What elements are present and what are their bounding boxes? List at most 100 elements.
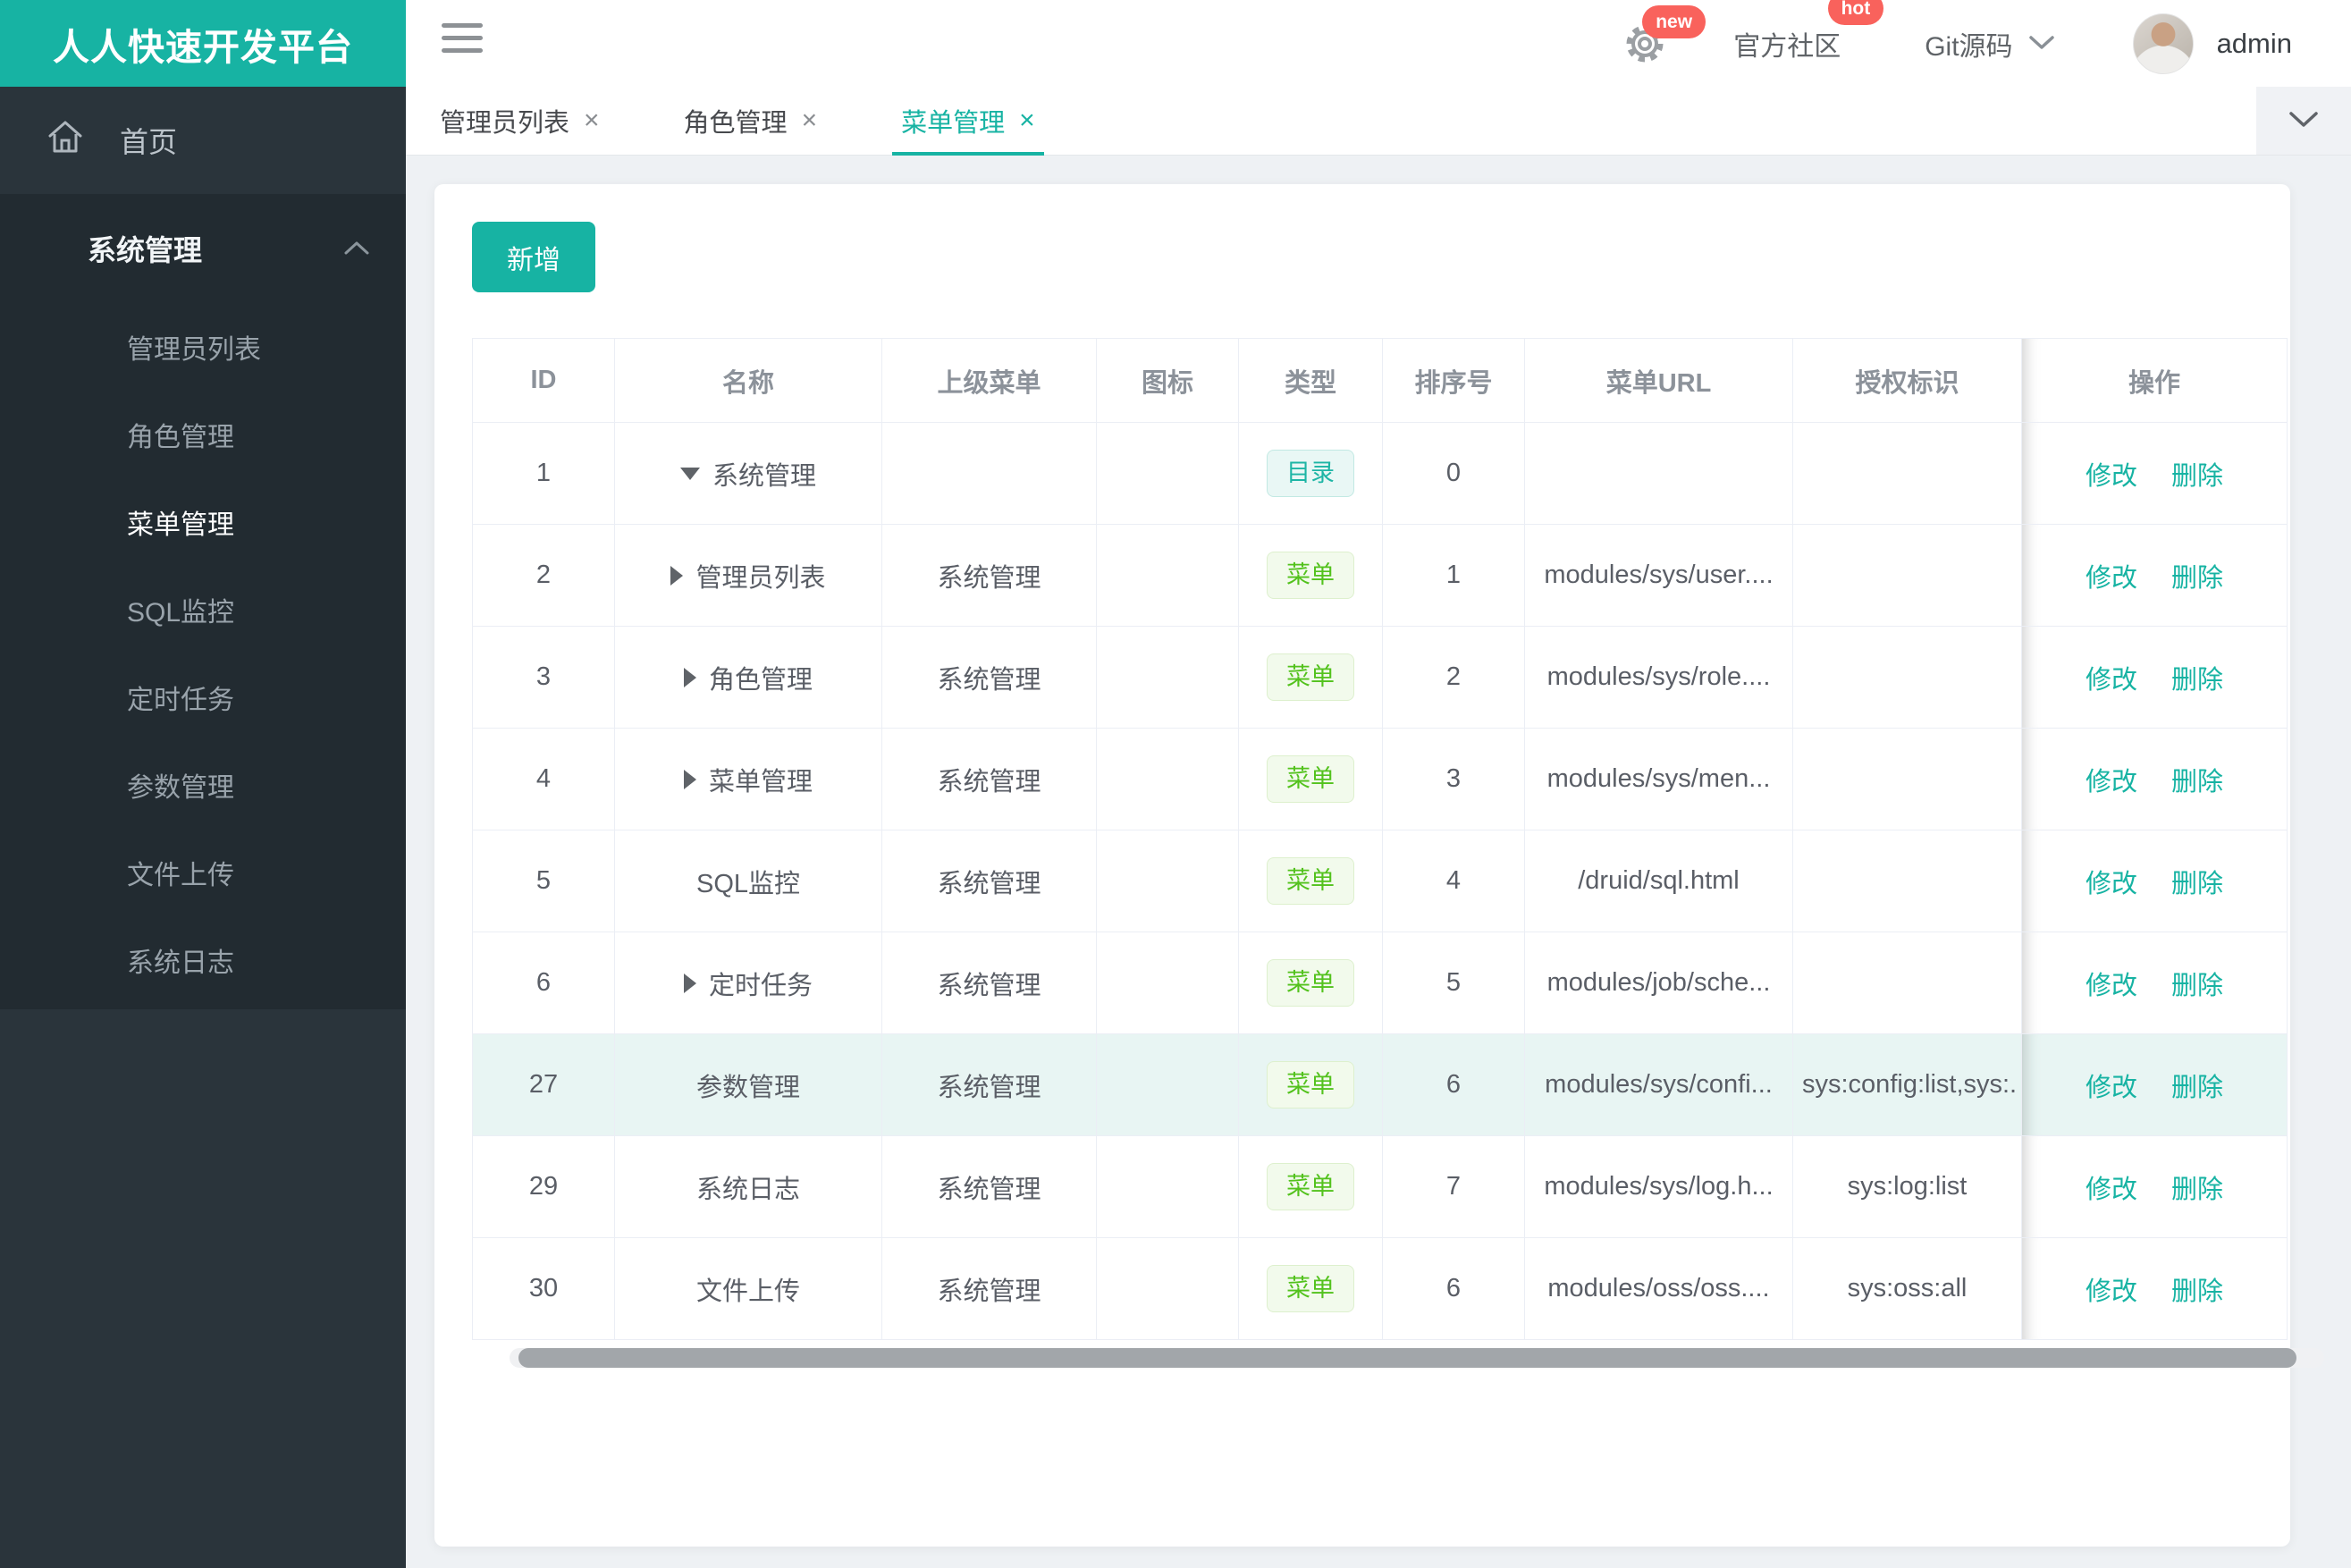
close-icon[interactable] [1019, 105, 1035, 136]
type-badge: 菜单 [1267, 1265, 1354, 1312]
sidebar-item-home[interactable]: 首页 [0, 87, 406, 194]
col-icon: 图标 [1096, 338, 1239, 423]
menu-table-wrap: ID 名称 上级菜单 图标 类型 排序号 菜单URL 授权标识 操作 1 系统管… [472, 338, 2324, 1368]
icon-cell [1096, 1033, 1239, 1136]
type-badge: 菜单 [1267, 959, 1354, 1007]
delete-link[interactable]: 删除 [2171, 870, 2223, 898]
sidebar-item-role[interactable]: 角色管理 [0, 391, 406, 478]
close-icon[interactable] [584, 105, 600, 136]
expand-icon[interactable] [670, 565, 684, 586]
menu-table: ID 名称 上级菜单 图标 类型 排序号 菜单URL 授权标识 操作 1 系统管… [472, 338, 2288, 1340]
sidebar: 首页 系统管理 管理员列表 角色管理 菜单管理 SQL监控 定时任务 参数管理 … [0, 87, 406, 1568]
username[interactable]: admin [2217, 28, 2292, 60]
expand-icon[interactable] [683, 973, 696, 993]
icon-cell [1096, 728, 1239, 830]
delete-link[interactable]: 删除 [2171, 462, 2223, 491]
table-row-highlighted[interactable]: 27 参数管理 系统管理 菜单 6 modules/sys/confi... s… [472, 1033, 2288, 1136]
edit-link[interactable]: 修改 [2086, 870, 2137, 898]
icon-cell [1096, 422, 1239, 525]
type-badge: 菜单 [1267, 857, 1354, 905]
sidebar-group-toggle[interactable]: 系统管理 [0, 194, 406, 303]
table-row[interactable]: 5 SQL监控 系统管理 菜单 4 /druid/sql.html 修改 删除 [472, 830, 2288, 932]
menu-toggle-icon[interactable] [442, 23, 483, 61]
edit-link[interactable]: 修改 [2086, 564, 2137, 593]
home-icon [0, 116, 120, 164]
table-row[interactable]: 30 文件上传 系统管理 菜单 6 modules/oss/oss.... sy… [472, 1237, 2288, 1340]
collapse-icon[interactable] [679, 467, 700, 480]
sidebar-item-oss[interactable]: 文件上传 [0, 829, 406, 916]
settings-button[interactable]: new [1622, 4, 1706, 66]
tab-bar: 管理员列表 角色管理 菜单管理 [406, 87, 2351, 156]
gear-icon [1622, 25, 1667, 70]
table-row[interactable]: 1 系统管理 目录 0 修改 删除 [472, 422, 2288, 525]
sidebar-item-sql[interactable]: SQL监控 [0, 566, 406, 653]
delete-link[interactable]: 删除 [2171, 666, 2223, 695]
new-badge: new [1642, 4, 1706, 38]
horizontal-scrollbar-track[interactable] [510, 1348, 2324, 1368]
edit-link[interactable]: 修改 [2086, 1074, 2137, 1102]
table-row[interactable]: 3 角色管理 系统管理 菜单 2 modules/sys/role.... 修改… [472, 626, 2288, 729]
type-badge: 菜单 [1267, 1163, 1354, 1210]
edit-link[interactable]: 修改 [2086, 1277, 2137, 1306]
tabs-dropdown-button[interactable] [2256, 87, 2351, 156]
delete-link[interactable]: 删除 [2171, 972, 2223, 1000]
chevron-down-icon [2286, 107, 2322, 135]
community-link[interactable]: 官方社区 hot [1733, 0, 1884, 63]
sidebar-home-label: 首页 [120, 126, 178, 158]
edit-link[interactable]: 修改 [2086, 666, 2137, 695]
sidebar-group-system: 系统管理 管理员列表 角色管理 菜单管理 SQL监控 定时任务 参数管理 文件上… [0, 194, 406, 1009]
col-order: 排序号 [1382, 338, 1525, 423]
sidebar-group-label: 系统管理 [88, 234, 203, 266]
delete-link[interactable]: 删除 [2171, 564, 2223, 593]
git-source-label: Git源码 [1925, 31, 2013, 62]
sidebar-item-log[interactable]: 系统日志 [0, 916, 406, 1004]
col-perms: 授权标识 [1792, 338, 2022, 423]
sidebar-item-admin-list[interactable]: 管理员列表 [0, 303, 406, 391]
edit-link[interactable]: 修改 [2086, 768, 2137, 797]
tab-menu[interactable]: 菜单管理 [892, 87, 1044, 156]
sidebar-item-job[interactable]: 定时任务 [0, 653, 406, 741]
close-icon[interactable] [802, 105, 818, 136]
type-badge: 菜单 [1267, 653, 1354, 701]
expand-icon[interactable] [683, 769, 696, 789]
type-badge: 菜单 [1267, 552, 1354, 599]
col-name: 名称 [614, 338, 882, 423]
delete-link[interactable]: 删除 [2171, 1176, 2223, 1204]
table-row[interactable]: 4 菜单管理 系统管理 菜单 3 modules/sys/men... 修改 删除 [472, 728, 2288, 830]
edit-link[interactable]: 修改 [2086, 972, 2137, 1000]
table-row[interactable]: 29 系统日志 系统管理 菜单 7 modules/sys/log.h... s… [472, 1135, 2288, 1238]
horizontal-scrollbar-thumb[interactable] [518, 1348, 2297, 1368]
col-ops: 操作 [2021, 338, 2288, 423]
delete-link[interactable]: 删除 [2171, 1074, 2223, 1102]
tab-role[interactable]: 角色管理 [675, 87, 827, 156]
edit-link[interactable]: 修改 [2086, 462, 2137, 491]
avatar[interactable] [2132, 13, 2194, 74]
expand-icon[interactable] [683, 667, 696, 687]
edit-link[interactable]: 修改 [2086, 1176, 2137, 1204]
sidebar-item-menu[interactable]: 菜单管理 [0, 478, 406, 566]
delete-link[interactable]: 删除 [2171, 768, 2223, 797]
header-right: new 官方社区 hot Git源码 admin [1622, 0, 2292, 87]
brand-title: 人人快速开发平台 [53, 26, 353, 68]
type-badge: 菜单 [1267, 755, 1354, 803]
icon-cell [1096, 1237, 1239, 1340]
main-content: 新增 ID 名称 上级菜单 图标 类型 排序号 菜单URL 授权标识 操作 1 … [406, 156, 2351, 1568]
app: 人人快速开发平台 new 官方社区 hot Git源码 admin 首页 系统管… [0, 0, 2351, 1568]
col-type: 类型 [1238, 338, 1383, 423]
tab-admin-list[interactable]: 管理员列表 [431, 87, 609, 156]
sidebar-submenu: 管理员列表 角色管理 菜单管理 SQL监控 定时任务 参数管理 文件上传 系统日… [0, 303, 406, 1009]
type-badge: 菜单 [1267, 1061, 1354, 1109]
icon-cell [1096, 1135, 1239, 1238]
icon-cell [1096, 524, 1239, 627]
top-header: new 官方社区 hot Git源码 admin [406, 0, 2351, 88]
col-parent: 上级菜单 [881, 338, 1097, 423]
git-source-dropdown[interactable]: Git源码 [1925, 24, 2055, 63]
table-row[interactable]: 2 管理员列表 系统管理 菜单 1 modules/sys/user.... 修… [472, 524, 2288, 627]
delete-link[interactable]: 删除 [2171, 1277, 2223, 1306]
icon-cell [1096, 932, 1239, 1034]
sidebar-item-config[interactable]: 参数管理 [0, 741, 406, 829]
add-button[interactable]: 新增 [472, 222, 595, 292]
type-badge: 目录 [1267, 450, 1354, 497]
table-row[interactable]: 6 定时任务 系统管理 菜单 5 modules/job/sche... 修改删… [472, 932, 2288, 1034]
icon-cell [1096, 626, 1239, 729]
